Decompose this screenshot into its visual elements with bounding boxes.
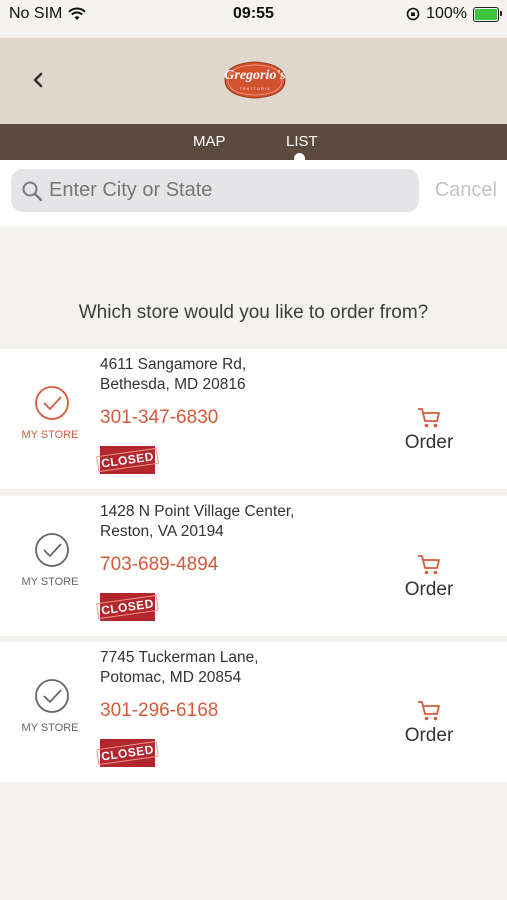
store-address: 7745 Tuckerman Lane, Potomac, MD 20854 (100, 648, 259, 688)
check-circle-icon (35, 533, 69, 567)
search-bar: Cancel (0, 160, 507, 226)
tab-map[interactable]: MAP (193, 133, 226, 150)
chevron-left-icon (33, 72, 43, 88)
store-card: MY STORE 1428 N Point Village Center, Re… (0, 496, 507, 636)
status-bar: No SIM 09:55 100% (0, 0, 507, 30)
check-circle-icon (35, 679, 69, 713)
select-store-button[interactable]: MY STORE (0, 496, 100, 636)
order-button[interactable]: Order (395, 407, 463, 457)
store-phone-link[interactable]: 301-347-6830 (100, 407, 218, 429)
store-address: 1428 N Point Village Center, Reston, VA … (100, 502, 294, 542)
battery-percent: 100% (426, 5, 467, 22)
cart-icon (418, 701, 440, 721)
check-circle-icon (35, 386, 69, 420)
logo-wordmark: Gregorio's (224, 68, 286, 83)
address-line-1: 4611 Sangamore Rd, (100, 356, 247, 373)
closed-badge: CLOSED (96, 739, 159, 767)
app-header: Gregorio's TRATTORIA (0, 38, 507, 124)
order-label: Order (404, 432, 454, 453)
store-card: MY STORE 4611 Sangamore Rd, Bethesda, MD… (0, 349, 507, 489)
my-store-label: MY STORE (21, 722, 79, 734)
store-phone-link[interactable]: 703-689-4894 (100, 554, 218, 576)
cancel-button[interactable]: Cancel (435, 179, 497, 202)
address-line-2: Bethesda, MD 20816 (100, 376, 246, 393)
closed-badge: CLOSED (96, 446, 159, 474)
brand-logo: Gregorio's TRATTORIA (219, 58, 291, 102)
cart-icon (418, 555, 440, 575)
order-button[interactable]: Order (395, 700, 463, 750)
address-line-2: Potomac, MD 20854 (100, 669, 242, 686)
select-store-button[interactable]: MY STORE (0, 642, 100, 782)
store-phone-link[interactable]: 301-296-6168 (100, 700, 218, 722)
closed-badge: CLOSED (96, 593, 159, 621)
battery-icon (473, 6, 502, 22)
status-label: CLOSED (96, 447, 159, 473)
select-store-button[interactable]: MY STORE (0, 349, 100, 489)
cart-icon (418, 408, 440, 428)
status-label: CLOSED (96, 740, 159, 766)
my-store-label: MY STORE (21, 429, 79, 441)
status-label: CLOSED (96, 594, 159, 620)
address-line-1: 7745 Tuckerman Lane, (100, 649, 259, 666)
address-line-1: 1428 N Point Village Center, (100, 503, 295, 520)
orientation-lock-icon (406, 7, 420, 21)
store-prompt: Which store would you like to order from… (78, 302, 429, 323)
search-icon (22, 181, 43, 201)
status-right: 100% (406, 5, 502, 23)
tab-list[interactable]: LIST (286, 133, 318, 150)
logo-subtext: TRATTORIA (239, 86, 271, 91)
order-label: Order (404, 579, 454, 600)
my-store-label: MY STORE (21, 576, 79, 588)
view-tabs: MAP LIST (0, 124, 507, 164)
store-card: MY STORE 7745 Tuckerman Lane, Potomac, M… (0, 642, 507, 782)
search-field[interactable] (11, 169, 419, 212)
store-address: 4611 Sangamore Rd, Bethesda, MD 20816 (100, 355, 246, 395)
order-button[interactable]: Order (395, 554, 463, 604)
search-input[interactable] (47, 178, 411, 203)
back-button[interactable] (24, 66, 52, 94)
address-line-2: Reston, VA 20194 (100, 523, 224, 540)
order-label: Order (404, 725, 454, 746)
